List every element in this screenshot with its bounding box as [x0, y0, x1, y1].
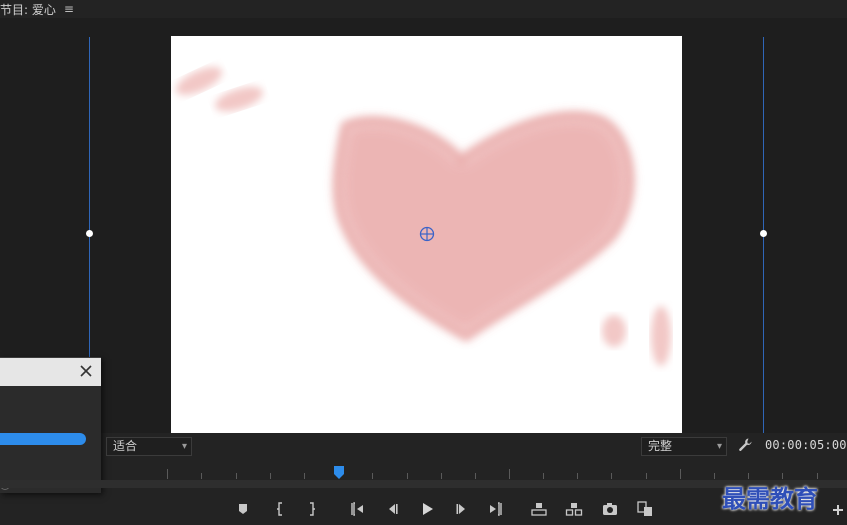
step-forward-icon[interactable]	[453, 500, 471, 518]
transport-controls	[0, 496, 847, 524]
guide-handle-left[interactable]	[86, 230, 93, 237]
ruler-tick	[441, 473, 442, 479]
dialog-titlebar	[0, 358, 101, 386]
lift-icon[interactable]	[530, 500, 548, 518]
ruler-tick	[167, 469, 168, 479]
compare-view-icon[interactable]	[636, 500, 654, 518]
chevron-down-icon: ▾	[716, 441, 722, 452]
panel-title: 节目: 爱心	[0, 2, 56, 17]
ruler-tick	[509, 469, 510, 479]
step-back-icon[interactable]	[383, 500, 401, 518]
go-to-in-icon[interactable]	[348, 500, 366, 518]
export-frame-icon[interactable]	[601, 500, 619, 518]
zoom-level-select[interactable]: 适合 ▾	[106, 437, 192, 456]
ruler-tick	[680, 469, 681, 479]
monitor-controlbar: 适合 ▾ 完整 ▾ 00:00:05:00	[0, 433, 847, 459]
mark-in-icon[interactable]	[271, 500, 289, 518]
ruler-tick	[407, 473, 408, 479]
program-monitor-header: 节目: 爱心 ≡	[0, 0, 847, 18]
ruler-tick	[714, 473, 715, 479]
ruler-tick	[577, 473, 578, 479]
zoom-scroll-track[interactable]	[0, 480, 847, 488]
playhead-icon[interactable]	[333, 466, 345, 480]
program-frame[interactable]	[171, 36, 682, 433]
play-icon[interactable]	[418, 500, 436, 518]
ruler-tick	[372, 473, 373, 479]
ruler-tick	[270, 473, 271, 479]
hamburger-icon[interactable]: ≡	[64, 2, 74, 16]
ruler-tick	[611, 473, 612, 479]
watermark-logo: 最需教育	[722, 484, 818, 513]
ruler-tick	[646, 473, 647, 479]
mark-out-icon[interactable]	[303, 500, 321, 518]
plus-icon[interactable]	[833, 505, 843, 515]
ruler-tick	[475, 473, 476, 479]
chevron-down-icon: ▾	[181, 441, 187, 452]
wrench-icon[interactable]	[738, 437, 754, 453]
playback-resolution-select[interactable]: 完整 ▾	[641, 437, 727, 456]
ruler-tick	[543, 473, 544, 479]
extract-icon[interactable]	[565, 500, 583, 518]
crosshair-icon[interactable]	[419, 226, 435, 242]
ruler-tick	[201, 473, 202, 479]
ruler-tick	[236, 473, 237, 479]
duration-timecode: 00:00:05:00	[765, 438, 847, 452]
time-ruler[interactable]	[0, 459, 847, 491]
guide-handle-right[interactable]	[760, 230, 767, 237]
zoom-level-value: 适合	[113, 439, 138, 453]
go-to-out-icon[interactable]	[487, 500, 505, 518]
close-icon[interactable]	[79, 364, 93, 378]
ruler-tick	[304, 473, 305, 479]
playback-resolution-value: 完整	[648, 439, 673, 453]
safe-margin-guide-right[interactable]	[760, 37, 767, 433]
add-marker-icon[interactable]	[234, 500, 252, 518]
